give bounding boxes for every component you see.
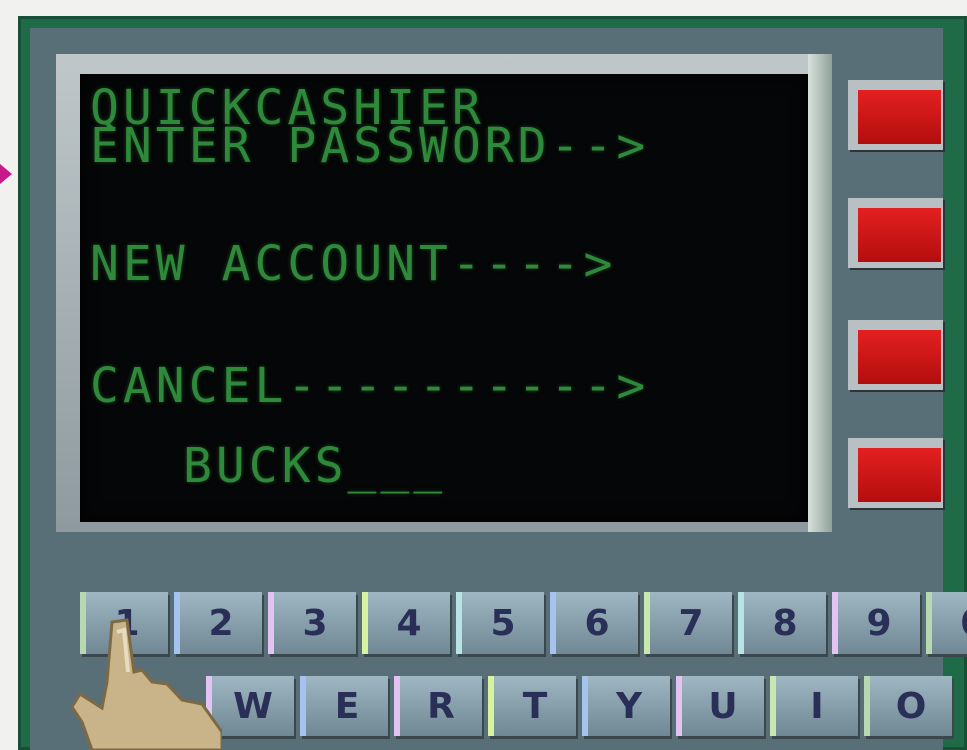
key-r[interactable]: R	[394, 676, 482, 736]
key-t[interactable]: T	[488, 676, 576, 736]
key-4[interactable]: 4	[362, 592, 450, 654]
key-y[interactable]: Y	[582, 676, 670, 736]
button-face	[858, 448, 941, 502]
new-account-button[interactable]	[848, 198, 943, 268]
side-button-4[interactable]	[848, 438, 943, 508]
cancel-button[interactable]	[848, 320, 943, 390]
key-e[interactable]: E	[300, 676, 388, 736]
key-6[interactable]: 6	[550, 592, 638, 654]
key-0[interactable]: 0	[926, 592, 967, 654]
hand-cursor-icon	[72, 618, 222, 750]
enter-password-option: ENTER PASSWORD-->	[90, 118, 650, 174]
key-9[interactable]: 9	[832, 592, 920, 654]
key-i[interactable]: I	[770, 676, 858, 736]
cancel-option: CANCEL---------->	[90, 358, 650, 414]
screen-frame-highlight	[808, 54, 832, 532]
bucks-display: BUCKS___	[183, 438, 447, 494]
button-face	[858, 330, 941, 384]
key-3[interactable]: 3	[268, 592, 356, 654]
letter-key-row: W E R T Y U I O	[206, 676, 952, 736]
key-8[interactable]: 8	[738, 592, 826, 654]
button-face	[858, 208, 941, 262]
new-account-option: NEW ACCOUNT---->	[90, 236, 617, 292]
key-5[interactable]: 5	[456, 592, 544, 654]
indicator-arrow-icon	[0, 164, 12, 184]
key-7[interactable]: 7	[644, 592, 732, 654]
key-o[interactable]: O	[864, 676, 952, 736]
key-u[interactable]: U	[676, 676, 764, 736]
enter-password-button[interactable]	[848, 80, 943, 150]
button-face	[858, 90, 941, 144]
